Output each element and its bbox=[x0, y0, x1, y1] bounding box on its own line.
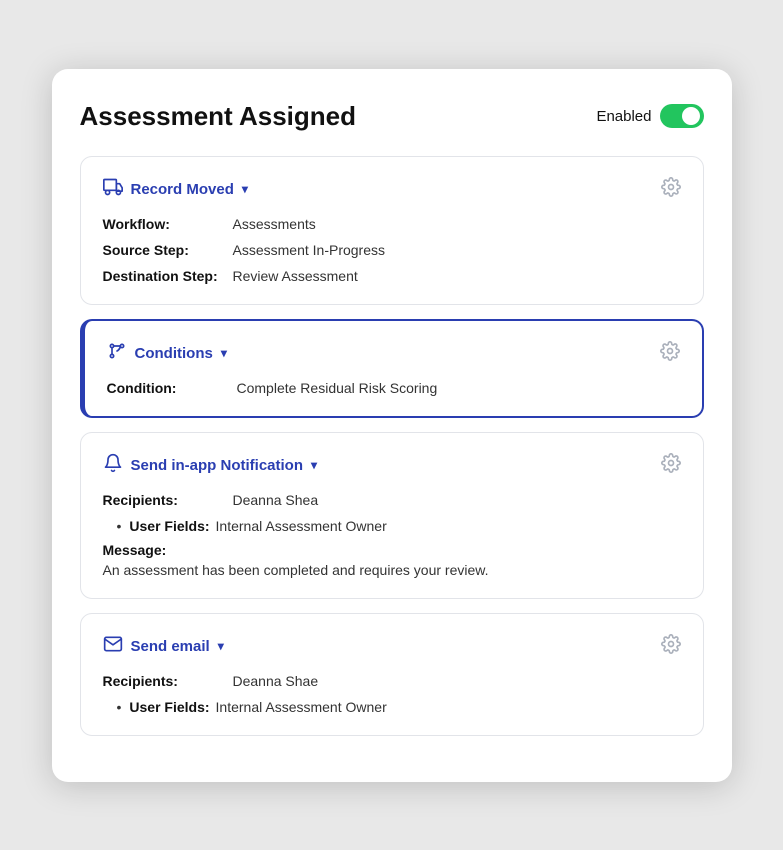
conditions-chevron: ▾ bbox=[221, 346, 227, 360]
notification-user-fields-label: User Fields: bbox=[129, 518, 209, 534]
notification-header: Send in-app Notification ▾ bbox=[103, 453, 681, 478]
conditions-card: Conditions ▾ Condition: Complete Residua… bbox=[80, 319, 704, 418]
email-trigger[interactable]: Send email ▾ bbox=[103, 634, 224, 658]
notification-card: Send in-app Notification ▾ Recipients: D… bbox=[80, 432, 704, 599]
destination-step-field: Destination Step: Review Assessment bbox=[103, 268, 681, 284]
record-moved-card: Record Moved ▾ Workflow: Assessments Sou… bbox=[80, 156, 704, 305]
email-user-fields-label: User Fields: bbox=[129, 699, 209, 715]
email-recipients-value: Deanna Shae bbox=[233, 673, 319, 689]
record-moved-label: Record Moved bbox=[131, 181, 234, 198]
notification-trigger[interactable]: Send in-app Notification ▾ bbox=[103, 453, 318, 477]
record-moved-header: Record Moved ▾ bbox=[103, 177, 681, 202]
notification-message-section: Message: An assessment has been complete… bbox=[103, 542, 681, 578]
record-moved-trigger[interactable]: Record Moved ▾ bbox=[103, 177, 248, 201]
page-header: Assessment Assigned Enabled bbox=[80, 101, 704, 132]
bell-icon bbox=[103, 453, 123, 477]
bullet-point-2: • bbox=[117, 699, 122, 715]
bullet-point: • bbox=[117, 518, 122, 534]
record-moved-gear[interactable] bbox=[661, 177, 681, 202]
conditions-label: Conditions bbox=[135, 345, 213, 362]
condition-label: Condition: bbox=[107, 380, 237, 396]
source-value: Assessment In-Progress bbox=[233, 242, 386, 258]
destination-value: Review Assessment bbox=[233, 268, 358, 284]
email-gear[interactable] bbox=[661, 634, 681, 659]
workflow-field: Workflow: Assessments bbox=[103, 216, 681, 232]
notification-recipients-field: Recipients: Deanna Shea bbox=[103, 492, 681, 508]
notification-label: Send in-app Notification bbox=[131, 457, 304, 474]
conditions-trigger[interactable]: Conditions ▾ bbox=[107, 341, 227, 365]
source-step-field: Source Step: Assessment In-Progress bbox=[103, 242, 681, 258]
condition-value: Complete Residual Risk Scoring bbox=[237, 380, 438, 396]
enabled-badge: Enabled bbox=[596, 104, 703, 128]
destination-label: Destination Step: bbox=[103, 268, 233, 284]
branch-icon bbox=[107, 341, 127, 365]
notification-user-fields: • User Fields: Internal Assessment Owner bbox=[103, 518, 681, 534]
email-recipients-field: Recipients: Deanna Shae bbox=[103, 673, 681, 689]
truck-icon bbox=[103, 177, 123, 201]
page-title: Assessment Assigned bbox=[80, 101, 356, 132]
envelope-icon bbox=[103, 634, 123, 658]
enabled-label: Enabled bbox=[596, 108, 651, 125]
email-user-fields: • User Fields: Internal Assessment Owner bbox=[103, 699, 681, 715]
conditions-gear[interactable] bbox=[660, 341, 680, 366]
main-container: Assessment Assigned Enabled Record Moved… bbox=[52, 69, 732, 782]
enabled-toggle[interactable] bbox=[660, 104, 704, 128]
workflow-value: Assessments bbox=[233, 216, 316, 232]
email-user-fields-value: Internal Assessment Owner bbox=[216, 699, 387, 715]
condition-field: Condition: Complete Residual Risk Scorin… bbox=[107, 380, 680, 396]
email-recipients-label: Recipients: bbox=[103, 673, 233, 689]
notification-gear[interactable] bbox=[661, 453, 681, 478]
notification-message-label: Message: bbox=[103, 542, 681, 558]
email-header: Send email ▾ bbox=[103, 634, 681, 659]
notification-recipients-label: Recipients: bbox=[103, 492, 233, 508]
email-label: Send email bbox=[131, 638, 210, 655]
notification-message-text: An assessment has been completed and req… bbox=[103, 562, 681, 578]
notification-user-fields-value: Internal Assessment Owner bbox=[216, 518, 387, 534]
source-label: Source Step: bbox=[103, 242, 233, 258]
conditions-header: Conditions ▾ bbox=[107, 341, 680, 366]
workflow-label: Workflow: bbox=[103, 216, 233, 232]
record-moved-chevron: ▾ bbox=[242, 182, 248, 196]
email-card: Send email ▾ Recipients: Deanna Shae • U… bbox=[80, 613, 704, 736]
notification-recipients-value: Deanna Shea bbox=[233, 492, 319, 508]
email-chevron: ▾ bbox=[218, 639, 224, 653]
notification-chevron: ▾ bbox=[311, 458, 317, 472]
